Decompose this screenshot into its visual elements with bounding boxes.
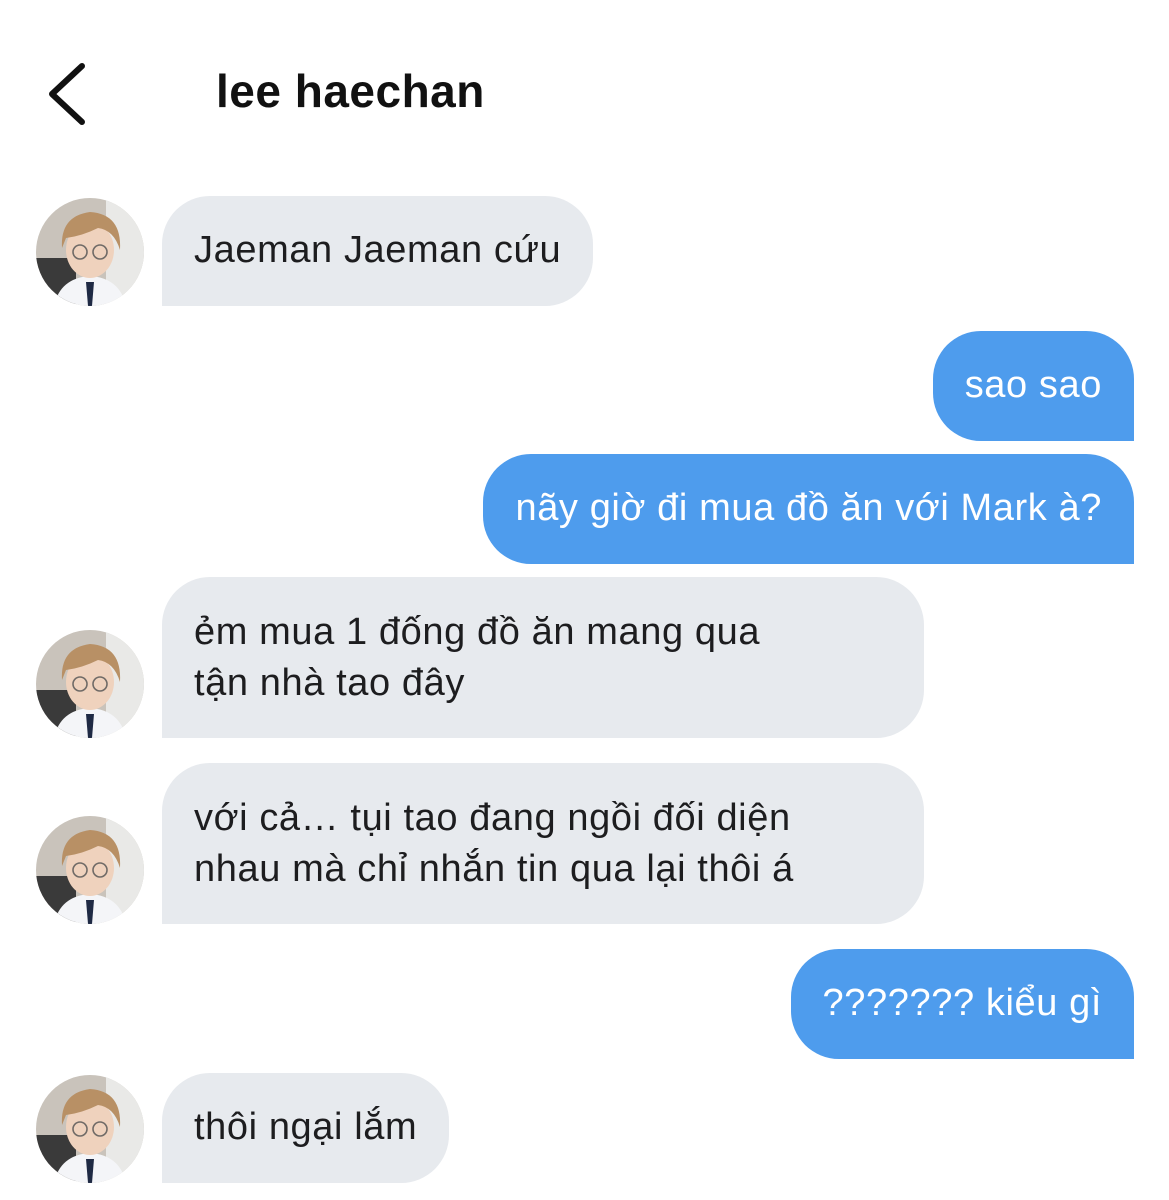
message-text: Jaeman Jaeman cứu xyxy=(194,229,562,271)
message-bubble-incoming[interactable]: thôi ngại lắm xyxy=(162,1073,450,1183)
chevron-left-icon xyxy=(49,63,85,125)
avatar-photo xyxy=(36,1075,144,1183)
chat-header: lee haechan xyxy=(0,0,1169,190)
conversation-title: lee haechan xyxy=(216,65,485,117)
message-bubble-incoming[interactable]: với cả… tụi tao đang ngồi đối diện nhau … xyxy=(162,763,924,924)
message-text: ??????? kiểu gì xyxy=(822,982,1102,1024)
message-bubble-outgoing[interactable]: nãy giờ đi mua đồ ăn với Mark à? xyxy=(483,454,1134,564)
avatar-photo xyxy=(36,630,144,738)
message-text-line: nhau mà chỉ nhắn tin qua lại thôi á xyxy=(194,848,794,890)
message-text-line: với cả… tụi tao đang ngồi đối diện xyxy=(194,797,791,839)
avatar-photo xyxy=(36,198,144,306)
message-text: thôi ngại lắm xyxy=(194,1106,418,1148)
message-bubble-incoming[interactable]: Jaeman Jaeman cứu xyxy=(162,196,594,306)
message-text: sao sao xyxy=(964,364,1102,406)
avatar-photo xyxy=(36,816,144,924)
message-bubble-outgoing[interactable]: ??????? kiểu gì xyxy=(790,949,1134,1059)
message-text-line: ẻm mua 1 đống đồ ăn mang qua xyxy=(194,611,761,653)
back-button[interactable] xyxy=(38,58,98,130)
message-bubble-incoming[interactable]: ẻm mua 1 đống đồ ăn mang qua tận nhà tao… xyxy=(162,577,924,738)
message-bubble-outgoing[interactable]: sao sao xyxy=(932,331,1134,441)
message-text: nãy giờ đi mua đồ ăn với Mark à? xyxy=(515,487,1102,529)
avatar[interactable] xyxy=(36,816,144,924)
message-text-line: tận nhà tao đây xyxy=(194,662,465,704)
avatar[interactable] xyxy=(36,1075,144,1183)
avatar[interactable] xyxy=(36,198,144,306)
avatar[interactable] xyxy=(36,630,144,738)
